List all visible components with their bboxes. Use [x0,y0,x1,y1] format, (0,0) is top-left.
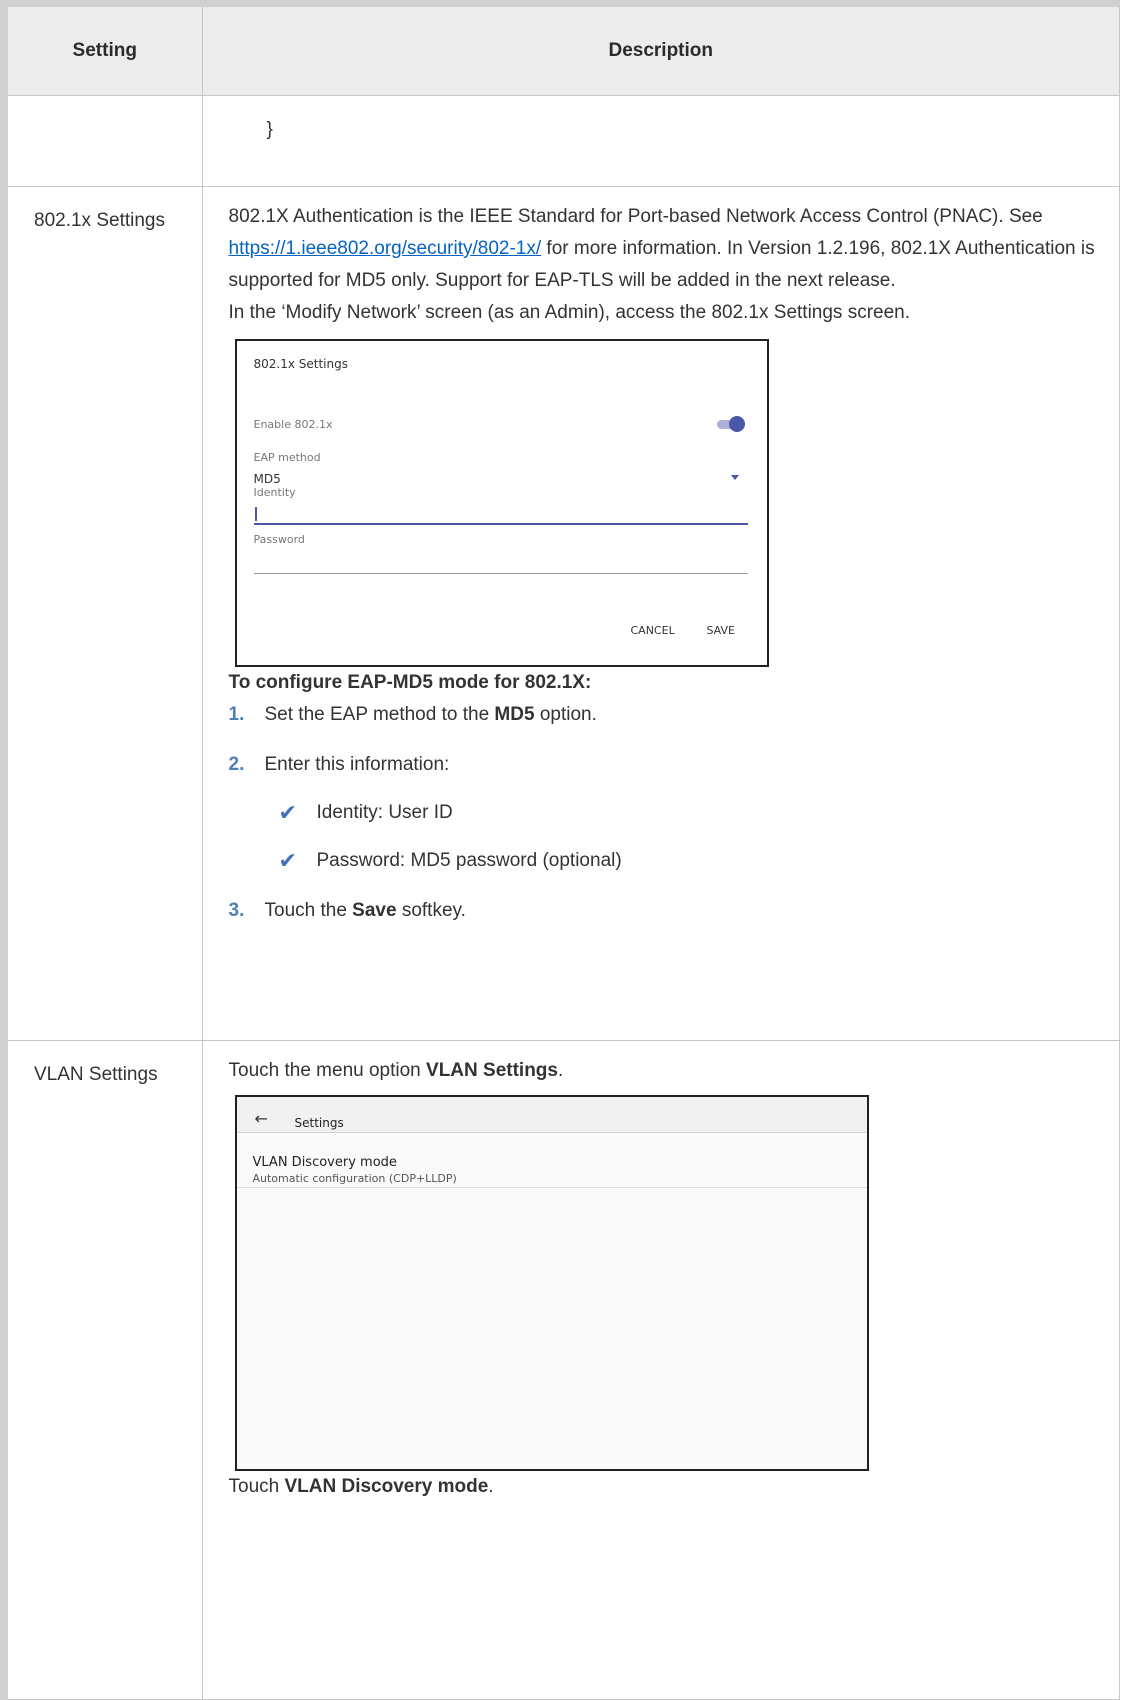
vlan-outro-bold: VLAN Discovery mode [284,1476,489,1497]
procedure-steps: 1. Set the EAP method to the MD5 option. … [229,699,1104,927]
divider [236,1187,867,1188]
step-number: 2. [228,754,245,775]
vlan-settings-screenshot: ← Settings VLAN Discovery mode Automatic… [234,1095,869,1471]
vlan-intro-end: . [557,1060,564,1081]
cancel-label: CANCEL [630,624,675,637]
table-row: } [3,95,1120,187]
screenshot-title: Settings [294,1116,344,1130]
vlan-intro: Touch the menu option VLAN Settings. [229,1055,1104,1087]
step-text-end: softkey. [396,900,466,921]
check-item: ✔ Password: MD5 password (optional) [279,845,1104,877]
modify-network-paragraph: In the ‘Modify Network’ screen (as an Ad… [228,302,911,323]
step-3: 3. Touch the Save softkey. [229,895,1104,927]
screenshot-app-bar: ← Settings [236,1097,867,1133]
vlan-outro-text: Touch [228,1476,285,1497]
eap-method-label: EAP method [253,451,321,464]
description-cell: 802.1X Authentication is the IEEE Standa… [201,186,1120,1041]
header-description: Description [201,0,1120,96]
intro-text: 802.1X Authentication is the IEEE Standa… [228,206,1043,227]
table-header-row: Setting Description [3,0,1120,96]
enable-label: Enable 802.1x [253,418,333,431]
step-number: 3. [228,900,245,921]
setting-cell: VLAN Settings [3,1040,203,1700]
step-1: 1. Set the EAP method to the MD5 option. [229,699,1104,731]
intro-paragraph: 802.1X Authentication is the IEEE Standa… [229,201,1104,297]
dot1x-settings-screenshot: 802.1x Settings Enable 802.1x EAP method… [234,339,769,667]
check-list: ✔ Identity: User ID ✔ Password: MD5 passwo… [279,797,1104,877]
header-setting: Setting [3,0,203,96]
procedure-title: To configure EAP-MD5 mode for 802.1X: [228,672,592,693]
setting-cell [3,95,203,187]
check-text: Password: MD5 password (optional) [316,850,622,871]
enable-toggle [711,416,745,432]
vlan-discovery-subtitle: Automatic configuration (CDP+LLDP) [252,1172,457,1185]
brace-text: } [266,119,273,140]
back-arrow-icon: ← [254,1109,268,1128]
password-field-line [253,573,748,574]
check-item: ✔ Identity: User ID [279,797,1104,829]
eap-method-value: MD5 [253,472,281,486]
identity-label: Identity [253,486,296,499]
check-text: Identity: User ID [316,802,453,823]
settings-table: Setting Description } 802.1x Settings 80… [0,0,1120,1700]
step-number: 1. [228,704,245,725]
checkmark-icon: ✔ [278,800,297,825]
chevron-down-icon [730,475,739,480]
step-2: 2. Enter this information: ✔ Identity: Use… [229,749,1104,877]
step-text: Enter this information: [264,754,450,775]
ieee-link[interactable]: https://1.ieee802.org/security/802-1x/ [229,238,542,259]
checkmark-icon: ✔ [278,848,297,873]
table-row: VLAN Settings Touch the menu option VLAN… [3,1040,1120,1700]
step-text: Set the EAP method to the [264,704,495,725]
step-bold: MD5 [494,704,535,725]
description-cell: Touch the menu option VLAN Settings. ← S… [201,1040,1120,1700]
text-cursor [254,507,257,521]
setting-cell: 802.1x Settings [3,186,203,1041]
identity-field-line [253,523,748,525]
table-row: 802.1x Settings 802.1X Authentication is… [3,186,1120,1041]
screenshot-title: 802.1x Settings [253,357,349,371]
vlan-intro-bold: VLAN Settings [426,1060,558,1081]
save-label: SAVE [706,624,735,637]
vlan-intro-text: Touch the menu option [228,1060,427,1081]
step-text: Touch the [264,900,353,921]
step-text-end: option. [534,704,597,725]
password-label: Password [253,533,305,546]
step-bold: Save [352,900,397,921]
vlan-outro: Touch VLAN Discovery mode. [229,1471,1104,1503]
description-cell: } [201,95,1120,187]
vlan-outro-end: . [488,1476,494,1497]
